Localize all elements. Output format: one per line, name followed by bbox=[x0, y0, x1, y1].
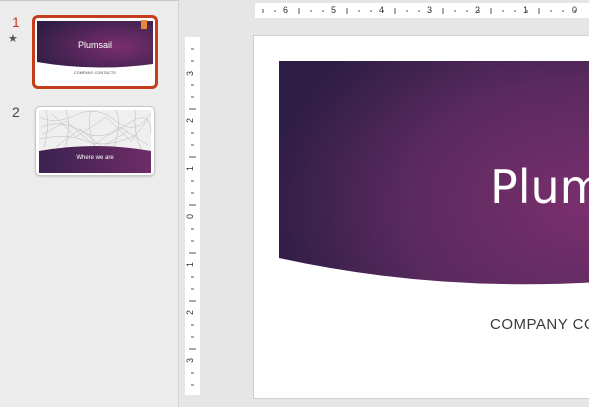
slide-thumbnail-pane[interactable]: 1 ★ Plumsail COMPANY CONTACTS 2 Where we… bbox=[0, 0, 179, 407]
vruler-label-1a: 1 bbox=[185, 165, 196, 172]
vruler-label-2b: 2 bbox=[185, 309, 196, 316]
horizontal-ruler-ticks bbox=[262, 8, 576, 14]
vruler-label-3b: 3 bbox=[185, 357, 196, 364]
slide-canvas[interactable]: Plumsail COMPANY CONTACTS bbox=[254, 36, 589, 398]
vruler-label-0: 0 bbox=[185, 213, 196, 220]
vruler-label-1b: 1 bbox=[185, 261, 196, 268]
slide-editor[interactable]: 6 5 4 3 2 1 0 3 2 1 0 1 2 3 Plum COMPANY… bbox=[179, 0, 589, 407]
pane-divider bbox=[0, 0, 178, 1]
comment-flag-icon bbox=[141, 20, 147, 29]
thumb1-subtitle: COMPANY CONTACTS bbox=[73, 71, 117, 75]
horizontal-ruler[interactable]: 6 5 4 3 2 1 0 bbox=[255, 3, 589, 18]
title-banner bbox=[279, 61, 589, 285]
hruler-label-1: 1 bbox=[523, 5, 529, 15]
vruler-label-2a: 2 bbox=[185, 117, 196, 124]
animation-star-icon: ★ bbox=[8, 33, 18, 45]
hruler-label-3: 3 bbox=[427, 5, 433, 15]
vertical-ruler[interactable]: 3 2 1 0 1 2 3 bbox=[185, 37, 200, 395]
slide-title[interactable]: Plumsail bbox=[490, 160, 589, 214]
slide-number-1: 1 bbox=[12, 14, 20, 30]
slide-thumbnail-1[interactable]: Plumsail COMPANY CONTACTS bbox=[32, 15, 158, 89]
thumb1-title: Plumsail bbox=[77, 40, 112, 50]
slide-subtitle[interactable]: COMPANY CONTACTS bbox=[490, 316, 589, 333]
slide-number-2: 2 bbox=[12, 104, 20, 120]
hruler-label-2: 2 bbox=[475, 5, 481, 15]
hruler-label-6: 6 bbox=[283, 5, 289, 15]
slide-thumbnail-2[interactable]: Where we are bbox=[35, 106, 155, 176]
thumb2-title: Where we are bbox=[76, 155, 114, 161]
vruler-label-3a: 3 bbox=[185, 70, 196, 77]
hruler-label-5: 5 bbox=[331, 5, 337, 15]
hruler-label-4: 4 bbox=[379, 5, 385, 15]
thumb2-map-image bbox=[38, 109, 152, 173]
thumb1-banner bbox=[37, 21, 153, 68]
hruler-label-0: 0 bbox=[572, 5, 578, 15]
